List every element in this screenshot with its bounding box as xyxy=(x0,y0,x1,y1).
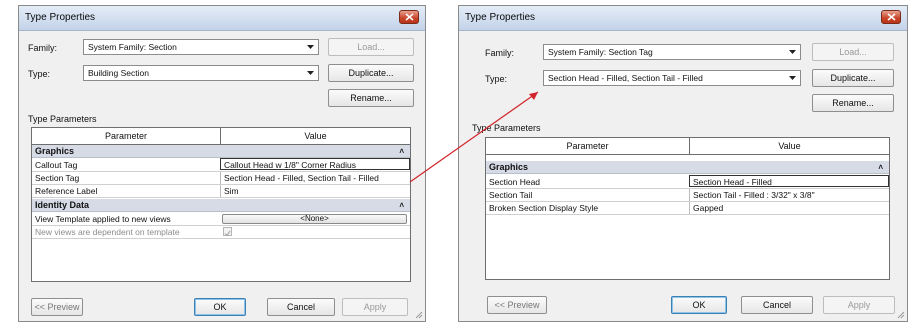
connector-arrow xyxy=(409,91,539,183)
